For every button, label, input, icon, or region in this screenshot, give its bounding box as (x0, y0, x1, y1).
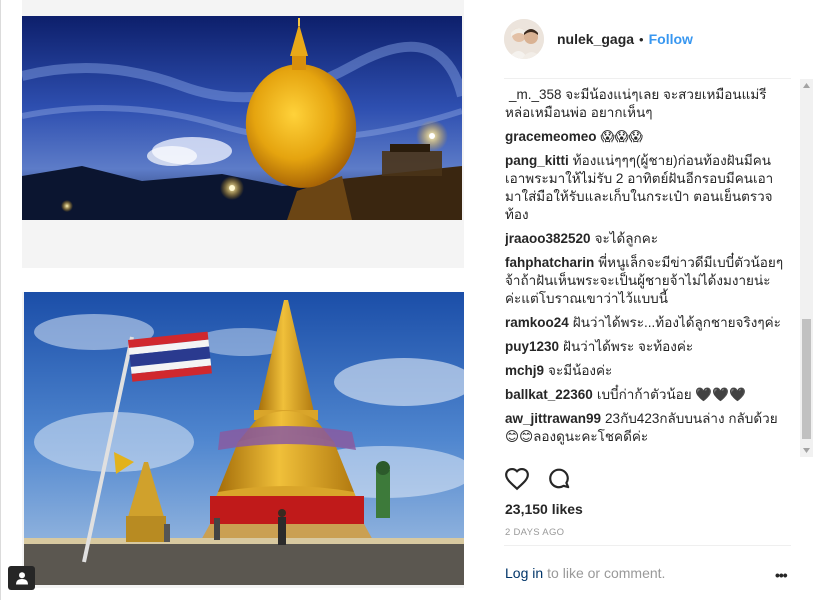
post-header: nulek_gaga • Follow (504, 16, 794, 62)
comment-text: เบบี๋ก่าก้าตัวน้อย 🖤🖤🖤 (596, 387, 746, 402)
heart-outline-icon (505, 467, 529, 491)
post-username[interactable]: nulek_gaga (557, 31, 634, 47)
comment-text: _m._358 จะมีน้องแน่ๆเลย จะสวยเหมือนแม่รี… (505, 87, 767, 120)
comment-text: จะมีน้องค่ะ (548, 363, 613, 378)
comment-item: fahphatcharin พี่หนูเล็กจะมีข่าวดีมีเบบี๋… (505, 254, 785, 308)
comments-list[interactable]: _m._358 จะมีน้องแน่ๆเลย จะสวยเหมือนแม่รี… (505, 86, 785, 458)
follow-button[interactable]: Follow (649, 31, 693, 47)
photo-card (22, 292, 464, 588)
comment-author[interactable]: ramkoo24 (505, 315, 569, 330)
comment-author[interactable]: puy1230 (505, 339, 559, 354)
comment-item: mchj9 จะมีน้องค่ะ (505, 362, 785, 380)
comment-item: _m._358 จะมีน้องแน่ๆเลย จะสวยเหมือนแม่รี… (505, 86, 785, 122)
comment-author[interactable]: pang_kitti (505, 153, 569, 168)
comment-item: ballkat_22360 เบบี๋ก่าก้าตัวน้อย 🖤🖤🖤 (505, 386, 785, 404)
comment-author[interactable]: gracemeomeo (505, 129, 597, 144)
comment-text: จะได้ลูกคะ (594, 231, 659, 246)
like-button[interactable] (504, 466, 530, 492)
avatar[interactable] (504, 19, 544, 59)
post-timestamp: 2 DAYS AGO (505, 527, 565, 538)
login-prompt-text: to like or comment. (547, 565, 666, 581)
comment-item: ramkoo24 ฝันว่าได้พระ...ท้องได้ลูกชายจริง… (505, 314, 785, 332)
header-divider (504, 78, 791, 79)
scroll-up-arrow-icon[interactable] (800, 79, 813, 92)
login-prompt: Log in to like or comment. ••• (505, 565, 795, 583)
speech-bubble-icon (549, 468, 570, 489)
comment-author[interactable]: jraaoo382520 (505, 231, 591, 246)
post-media-column (22, 0, 464, 600)
post-actions (504, 466, 572, 492)
comment-author[interactable]: aw_jittrawan99 (505, 411, 601, 426)
photo-card (22, 0, 464, 268)
comment-item: gracemeomeo 😱😱😱 (505, 128, 785, 146)
login-link[interactable]: Log in (505, 565, 543, 581)
comment-text: ฝันว่าได้พระ...ท้องได้ลูกชายจริงๆค่ะ (572, 315, 781, 330)
comment-item: pang_kitti ท้องแน่ๆๆๆ(ผู้ชาย)ก่อนท้องฝันม… (505, 152, 785, 224)
comment-item: aw_jittrawan99 23กับ423กลับบนล่าง กลับด้ว… (505, 410, 785, 446)
scrollbar-thumb[interactable] (802, 319, 811, 439)
comment-text: ฝันว่าได้พระ จะท้องค่ะ (563, 339, 694, 354)
page-left-border (0, 0, 1, 600)
comment-text: 😱😱😱 (600, 129, 643, 144)
comment-author[interactable]: mchj9 (505, 363, 544, 378)
more-options-button[interactable]: ••• (775, 567, 788, 583)
footer-divider (504, 545, 791, 546)
scroll-down-arrow-icon[interactable] (800, 444, 813, 457)
comment-author[interactable]: ballkat_22360 (505, 387, 593, 402)
header-separator: • (639, 31, 644, 47)
comment-button[interactable] (546, 466, 572, 492)
golden-rock-photo[interactable] (22, 16, 462, 220)
likes-count[interactable]: 23,150 likes (505, 501, 583, 517)
user-badge-button[interactable] (8, 566, 35, 590)
comment-item: puy1230 ฝันว่าได้พระ จะท้องค่ะ (505, 338, 785, 356)
post-sidebar: nulek_gaga • Follow _m._358 จะมีน้องแน่ๆ… (490, 0, 813, 600)
user-silhouette-icon (15, 572, 28, 585)
golden-mount-pagoda-photo[interactable] (24, 292, 464, 585)
comment-item: jraaoo382520 จะได้ลูกคะ (505, 230, 785, 248)
comment-author[interactable]: fahphatcharin (505, 255, 594, 270)
comments-scrollbar[interactable] (800, 79, 813, 457)
